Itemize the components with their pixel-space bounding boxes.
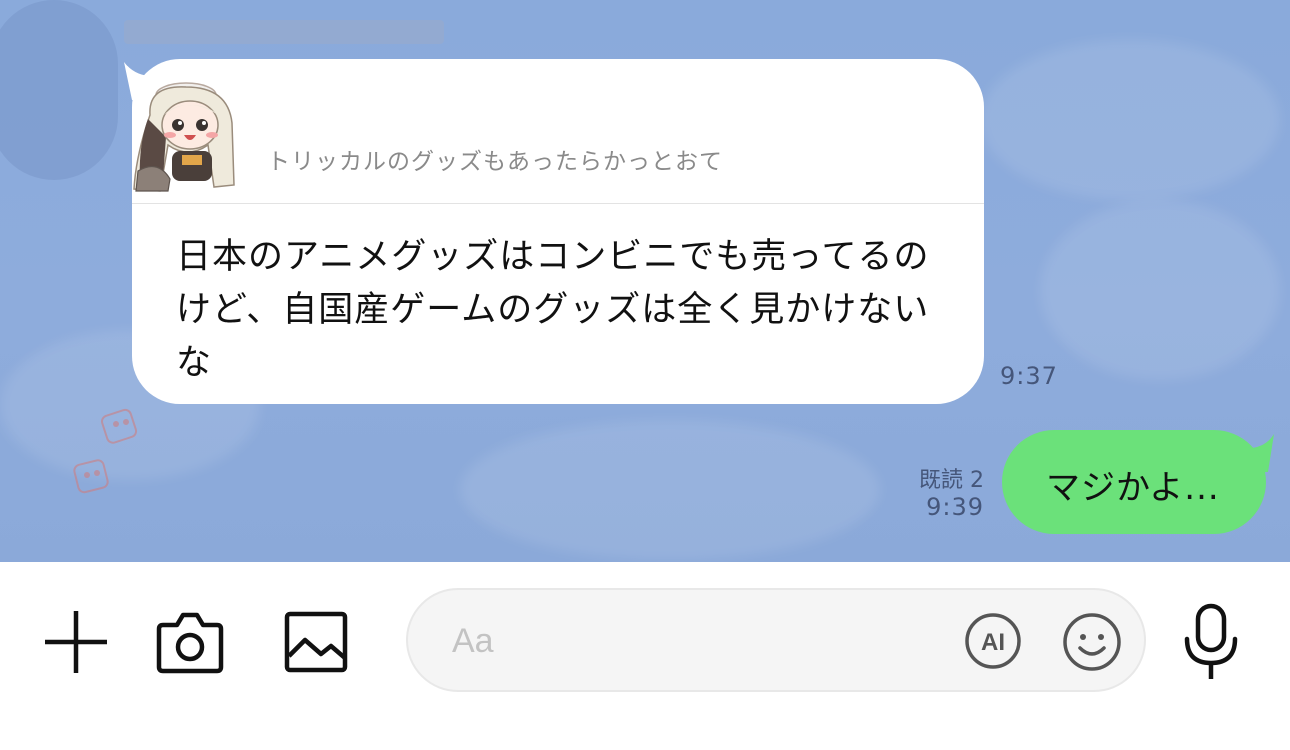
message-input-field[interactable]: AI [406,588,1146,692]
chat-area[interactable]: トリッカルのグッズもあったらかっとおて 日本のアニメグッズはコンビニでも売ってる… [0,0,1290,562]
ai-label: AI [981,629,1005,656]
image-button[interactable] [278,606,354,678]
microphone-button[interactable] [1176,602,1246,682]
incoming-timestamp: 9:37 [1000,362,1058,390]
message-input-bar: AI [0,562,1290,750]
sender-avatar[interactable] [0,0,118,180]
outgoing-message-text: マジかよ... [1046,468,1220,508]
sticker-thumbnail-icon [133,82,235,192]
message-input[interactable] [452,618,932,664]
incoming-message-text[interactable]: 日本のアニメグッズはコンビニでも売ってるの けど、自国産ゲームのグッズは全く見か… [176,231,956,390]
plus-icon [45,611,107,673]
reply-preview-text: トリッカルのグッズもあったらかっとおて [267,149,723,175]
stamp-decoration-icon [73,459,109,494]
reply-preview[interactable]: トリッカルのグッズもあったらかっとおて [132,59,984,204]
message-line: けど、自国産ゲームのグッズは全く見かけない [176,290,930,330]
camera-button[interactable] [152,606,228,678]
camera-icon [156,612,224,674]
image-icon [284,611,348,673]
message-line: 日本のアニメグッズはコンビニでも売ってるの [176,237,930,277]
outgoing-timestamp: 9:39 [926,493,984,521]
microphone-icon [1184,603,1238,679]
smiley-icon[interactable] [1062,612,1122,672]
ai-icon[interactable]: AI [964,612,1022,670]
stamp-decoration-icon [101,408,138,444]
sender-name-redacted [124,20,444,44]
message-line: な [176,343,213,383]
add-button[interactable] [38,606,114,678]
incoming-message-bubble[interactable]: トリッカルのグッズもあったらかっとおて 日本のアニメグッズはコンビニでも売ってる… [132,59,984,404]
outgoing-message-bubble[interactable]: マジかよ... [1002,430,1266,534]
read-receipt: 既読 2 [919,468,984,493]
